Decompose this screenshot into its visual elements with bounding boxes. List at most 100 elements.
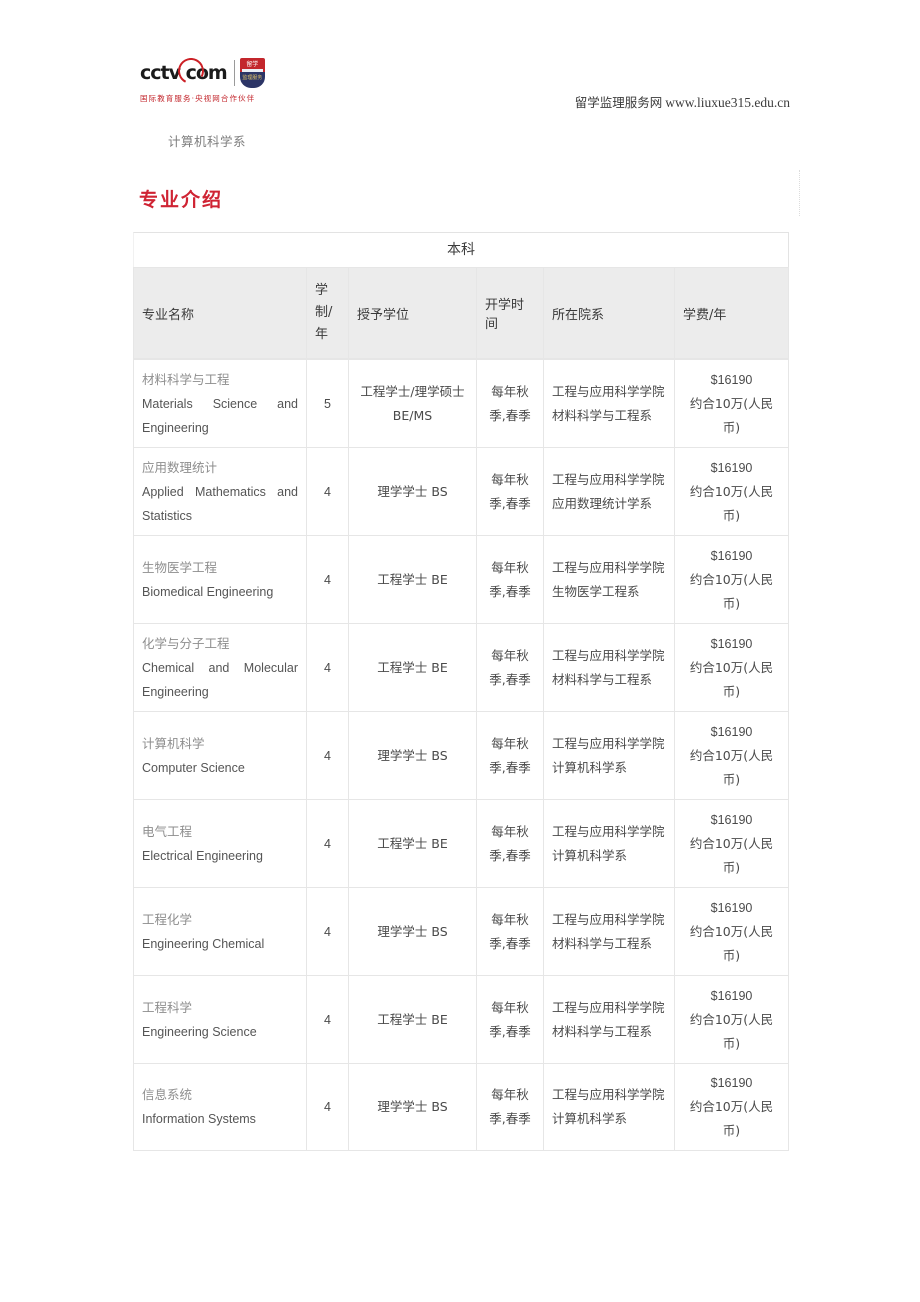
school-department: 生物医学工程系 [552,583,640,599]
table-caption: 本科 [133,232,789,267]
majors-table-area: 本科 专业名称 学制/年 授予学位 开学时间 所在院系 学费/年 材料科学与工程… [133,232,790,1151]
school-college: 工程与应用科学学院 [552,823,665,839]
tuition-usd: $16190 [710,1076,753,1090]
table-row: 材料科学与工程 Materials Science and Engineering… [133,359,789,447]
cell-major-name: 计算机科学 Computer Science [133,711,306,799]
page-header: cctv com 留学 监理服务 国际教育服务·央视网合作伙伴 留学监理服务网 w… [134,54,790,118]
cell-years: 4 [306,447,348,535]
tuition-usd: $16190 [710,548,753,563]
cell-degree: 理学学士 BS [348,1063,476,1151]
cell-major-name: 生物医学工程 Biomedical Engineering [133,535,306,623]
cell-school: 工程与应用科学学院 材料科学与工程系 [543,359,674,447]
major-name-cn: 工程化学 [142,911,193,927]
cell-tuition: $16190 约合10万(人民币) [674,711,789,799]
tuition-cny: 约合10万(人民币) [689,747,774,787]
shield-top-label: 留学 [246,60,259,68]
column-header-major-name: 专业名称 [133,267,306,359]
majors-table: 专业名称 学制/年 授予学位 开学时间 所在院系 学费/年 材料科学与工程 Mat… [133,267,789,1151]
liuxue-shield-icon: 留学 监理服务 [239,58,265,88]
cell-major-name: 化学与分子工程 Chemical and Molecular Engineerin… [133,623,306,711]
tuition-cny: 约合10万(人民币) [689,1011,774,1051]
major-name-cn: 材料科学与工程 [142,371,230,387]
tuition-cny: 约合10万(人民币) [689,659,774,699]
cell-school: 工程与应用科学学院 计算机科学系 [543,1063,674,1151]
school-department: 计算机科学系 [552,847,628,863]
tuition-cny: 约合10万(人民币) [689,835,774,875]
school-department: 材料科学与工程系 [552,935,653,951]
cell-years: 4 [306,711,348,799]
cell-degree: 工程学士 BE [348,975,476,1063]
cell-degree: 理学学士 BS [348,887,476,975]
major-name-cn: 工程科学 [142,999,193,1015]
cell-years: 4 [306,975,348,1063]
cell-major-name: 应用数理统计 Applied Mathematics and Statistics [133,447,306,535]
major-name-cn: 生物医学工程 [142,559,218,575]
tuition-usd: $16190 [710,988,753,1003]
shield-band [241,69,263,72]
cell-major-name: 材料科学与工程 Materials Science and Engineering [133,359,306,447]
school-department: 材料科学与工程系 [552,671,653,687]
page-title: 专业介绍 [139,189,224,211]
school-college: 工程与应用科学学院 [552,647,665,663]
cctv-logo: cctv com 留学 监理服务 国际教育服务·央视网合作伙伴 [140,54,270,108]
table-body: 材料科学与工程 Materials Science and Engineering… [133,359,789,1151]
tuition-usd: $16190 [710,900,753,915]
logo-divider [233,60,235,86]
tuition-usd: $16190 [710,460,753,475]
table-header-row: 专业名称 学制/年 授予学位 开学时间 所在院系 学费/年 [133,267,789,359]
cell-years: 4 [306,623,348,711]
major-name-cn: 电气工程 [142,823,193,839]
column-header-years: 学制/年 [306,267,348,359]
cell-school: 工程与应用科学学院 材料科学与工程系 [543,887,674,975]
site-name: 留学监理服务网 [574,95,663,110]
school-department: 应用数理统计学系 [552,495,653,511]
cell-years: 4 [306,799,348,887]
cell-tuition: $16190 约合10万(人民币) [674,447,789,535]
tuition-cny: 约合10万(人民币) [689,923,774,963]
major-name-cn: 计算机科学 [142,735,205,751]
cell-school: 工程与应用科学学院 计算机科学系 [543,711,674,799]
logo-row: cctv com 留学 监理服务 [140,54,270,90]
cell-school: 工程与应用科学学院 计算机科学系 [543,799,674,887]
major-name-en: Materials Science and Engineering [142,396,298,435]
table-row: 电气工程 Electrical Engineering 4 工程学士 BE 每年秋季,春… [133,799,789,887]
tuition-usd: $16190 [710,724,753,739]
cell-years: 4 [306,887,348,975]
tuition-cny: 约合10万(人民币) [689,1099,774,1138]
cell-tuition: $16190 约合10万(人民币) [674,1063,789,1151]
cell-major-name: 信息系统 Information Systems [133,1063,306,1151]
cell-school: 工程与应用科学学院 应用数理统计学系 [543,447,674,535]
major-name-en: Chemical and Molecular Engineering [142,660,298,699]
cell-start-time: 每年秋季,春季 [476,799,543,887]
major-name-en: Engineering Chemical [142,936,265,951]
cell-degree: 工程学士/理学硕士 BE/MS [348,359,476,447]
table-row: 工程化学 Engineering Chemical 4 理学学士 BS 每年秋季,春季工… [133,887,789,975]
cell-degree: 工程学士 BE [348,535,476,623]
cell-degree: 工程学士 BE [348,623,476,711]
cell-start-time: 每年秋季,春季 [476,623,543,711]
document-page: cctv com 留学 监理服务 国际教育服务·央视网合作伙伴 留学监理服务网 w… [0,0,920,1302]
cell-start-time: 每年秋季,春季 [476,1063,543,1151]
tuition-usd: $16190 [710,372,753,387]
school-college: 工程与应用科学学院 [552,383,665,399]
cctv-wordmark: cctv com [140,54,228,87]
department-label: 计算机科学系 [168,134,247,149]
tuition-cny: 约合10万(人民币) [689,483,774,523]
cell-tuition: $16190 约合10万(人民币) [674,535,789,623]
table-row: 化学与分子工程 Chemical and Molecular Engineerin… [133,623,789,711]
major-name-en: Information Systems [142,1112,256,1126]
column-header-school: 所在院系 [543,267,674,359]
cell-start-time: 每年秋季,春季 [476,535,543,623]
school-college: 工程与应用科学学院 [552,1087,665,1102]
tuition-cny: 约合10万(人民币) [689,571,774,611]
cell-degree: 工程学士 BE [348,799,476,887]
cell-tuition: $16190 约合10万(人民币) [674,887,789,975]
cell-start-time: 每年秋季,春季 [476,975,543,1063]
table-row: 生物医学工程 Biomedical Engineering 4 工程学士 BE 每年秋季… [133,535,789,623]
major-name-en: Electrical Engineering [142,848,263,863]
tuition-cny: 约合10万(人民币) [689,395,774,435]
cell-years: 4 [306,1063,348,1151]
major-name-en: Applied Mathematics and Statistics [142,484,298,523]
cell-tuition: $16190 约合10万(人民币) [674,623,789,711]
school-department: 材料科学与工程系 [552,1023,653,1039]
